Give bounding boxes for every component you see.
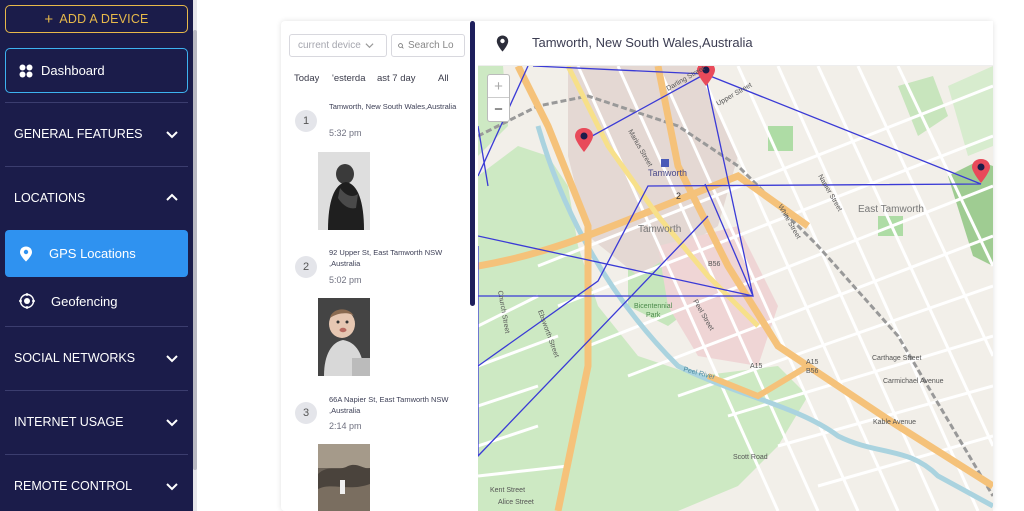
section-label: GENERAL FEATURES (14, 127, 143, 141)
tab-all[interactable]: All (438, 73, 449, 84)
geofence-icon (19, 293, 35, 309)
entry-time: 2:14 pm (329, 421, 362, 431)
tab-yesterday[interactable]: 'esterda (332, 73, 374, 84)
entry-photo-image (318, 444, 370, 511)
map-label: A15 (806, 359, 819, 366)
list-scrollbar[interactable] (470, 21, 475, 306)
map-title: Tamworth, New South Wales,Australia (532, 35, 753, 50)
dashboard-label: Dashboard (41, 63, 105, 78)
entry-photo-image (318, 298, 370, 376)
section-general-features[interactable]: GENERAL FEATURES (0, 102, 193, 166)
map-label: Kable Avenue (873, 419, 916, 426)
chevron-up-icon (166, 193, 178, 201)
entry-address: 66A Napier St, East Tamworth NSW ,Austra… (329, 395, 449, 415)
map-label: Park (646, 312, 661, 319)
chevron-down-icon (166, 419, 178, 427)
map-label: B56 (806, 368, 819, 375)
map-label: Carmichael Avenue (883, 378, 944, 385)
plus-icon: + (44, 10, 54, 28)
section-locations[interactable]: LOCATIONS (0, 166, 193, 230)
device-select-value: current device (298, 40, 361, 51)
map-label: A15 (750, 363, 763, 370)
sidebar-item-gps-locations[interactable]: GPS Locations (5, 230, 188, 277)
dashboard-button[interactable]: Dashboard (5, 48, 188, 93)
map-label: Alice Street (498, 499, 534, 506)
map-label: 2 (676, 191, 681, 201)
search-box[interactable] (391, 34, 465, 57)
entry-photo[interactable] (318, 152, 370, 230)
chevron-down-icon (166, 355, 178, 363)
entry-address: Tamworth, New South Wales,Australia (329, 102, 457, 111)
map-label: Bicentennial (634, 303, 673, 310)
entry-photo-image (318, 152, 370, 230)
map-label: East Tamworth (858, 204, 924, 215)
add-device-button[interactable]: + ADD A DEVICE (5, 5, 188, 33)
geofencing-label: Geofencing (51, 293, 118, 309)
chevron-down-icon (365, 43, 374, 49)
search-input[interactable] (408, 40, 464, 51)
entry-photo[interactable] (318, 298, 370, 376)
add-device-label: ADD A DEVICE (59, 12, 149, 26)
entry-time: 5:02 pm (329, 275, 362, 285)
chevron-down-icon (166, 131, 178, 139)
map-label: Carthage Street (872, 355, 921, 362)
map-label: Scott Road (733, 454, 768, 461)
entry-time: 5:32 pm (329, 128, 362, 138)
zoom-in-button[interactable]: + (488, 75, 509, 98)
section-label: REMOTE CONTROL (14, 479, 133, 493)
chevron-down-icon (166, 483, 178, 491)
location-pin-icon (20, 246, 32, 261)
gps-locations-label: GPS Locations (49, 246, 136, 261)
map-label: Tamworth (638, 224, 681, 235)
search-icon (398, 42, 404, 49)
section-social-networks[interactable]: SOCIAL NETWORKS (0, 326, 193, 390)
entry-number: 1 (295, 110, 317, 132)
entry-number: 3 (295, 402, 317, 424)
date-filter-tabs: Today 'esterda ast 7 day All (294, 73, 454, 87)
entry-address: 92 Upper St, East Tamworth NSW ,Australi… (329, 248, 443, 268)
section-internet-usage[interactable]: INTERNET USAGE (0, 390, 193, 454)
tab-today[interactable]: Today (294, 73, 319, 84)
section-label: SOCIAL NETWORKS (14, 351, 136, 365)
map-canvas: Tamworth Tamworth East Tamworth Bicenten… (478, 66, 993, 511)
map-label: Kent Street (490, 487, 525, 494)
map[interactable]: Tamworth Tamworth East Tamworth Bicenten… (478, 66, 993, 511)
location-pin-icon (496, 35, 509, 52)
zoom-control: + − (487, 74, 510, 122)
sidebar-item-geofencing[interactable]: Geofencing (5, 283, 188, 319)
tab-last-7-days[interactable]: ast 7 day (377, 73, 421, 84)
zoom-out-button[interactable]: − (488, 98, 509, 121)
sidebar-scrollbar-thumb[interactable] (193, 30, 197, 470)
section-label: LOCATIONS (14, 191, 86, 205)
map-label: B56 (708, 261, 721, 268)
map-label: Tamworth (648, 168, 687, 178)
device-select[interactable]: current device (289, 34, 387, 57)
section-label: INTERNET USAGE (14, 415, 124, 429)
entry-number: 2 (295, 256, 317, 278)
dashboard-grid-icon (19, 64, 33, 77)
section-remote-control[interactable]: REMOTE CONTROL (0, 454, 193, 511)
entry-photo[interactable] (318, 444, 370, 511)
